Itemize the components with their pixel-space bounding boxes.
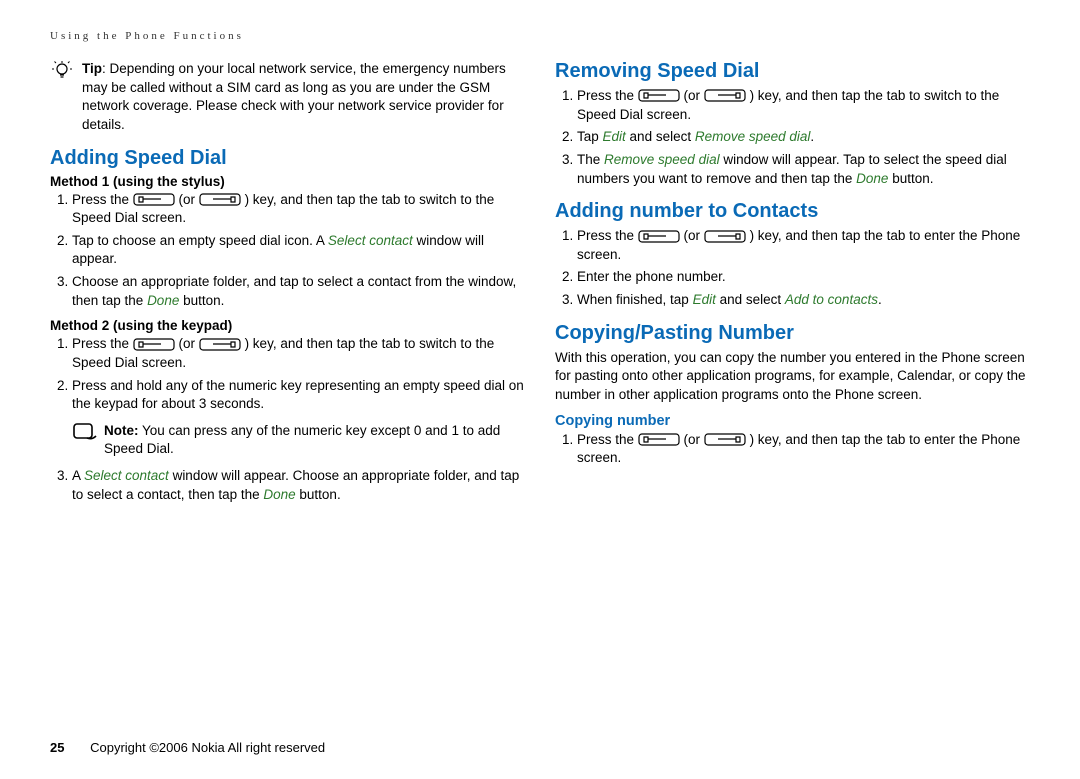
list-item: Enter the phone number. (577, 268, 1030, 287)
lightbulb-icon (50, 60, 74, 88)
text: button. (179, 293, 224, 308)
left-softkey-icon (133, 338, 175, 352)
text: Press the (577, 432, 638, 447)
list-item: Press and hold any of the numeric key re… (72, 377, 525, 414)
text: When finished, tap (577, 292, 693, 307)
text: (or (684, 228, 704, 243)
text: Choose an appropriate folder, and tap to… (72, 274, 516, 308)
heading-copy-paste: Copying/Pasting Number (555, 322, 1030, 345)
subheading-method2: Method 2 (using the keypad) (50, 318, 525, 333)
list-item: Choose an appropriate folder, and tap to… (72, 273, 525, 310)
copy-paste-intro: With this operation, you can copy the nu… (555, 349, 1030, 405)
text: (or (179, 192, 199, 207)
text: A (72, 468, 84, 483)
ui-label: Edit (603, 129, 626, 144)
ui-label: Select contact (328, 233, 413, 248)
list-item: Press the (or ) key, and then tap the ta… (72, 191, 525, 228)
left-column: Tip: Depending on your local network ser… (50, 60, 525, 512)
left-softkey-icon (133, 193, 175, 207)
right-softkey-icon (704, 89, 746, 103)
list-item: When finished, tap Edit and select Add t… (577, 291, 1030, 310)
heading-removing-speed-dial: Removing Speed Dial (555, 60, 1030, 83)
ui-label: Select contact (84, 468, 169, 483)
heading-adding-speed-dial: Adding Speed Dial (50, 147, 525, 170)
text: Press the (72, 336, 133, 351)
copyright: Copyright ©2006 Nokia All right reserved (90, 740, 325, 755)
list-item: Press the (or ) key, and then tap the ta… (72, 335, 525, 372)
tip-block: Tip: Depending on your local network ser… (50, 60, 525, 135)
page-number: 25 (50, 740, 64, 755)
text: button. (296, 487, 341, 502)
removing-list: Press the (or ) key, and then tap the ta… (555, 87, 1030, 188)
ui-label: Done (147, 293, 179, 308)
tip-label: Tip (82, 61, 102, 76)
note-text: You can press any of the numeric key exc… (104, 423, 500, 457)
ui-label: Done (856, 171, 888, 186)
text: (or (684, 88, 704, 103)
list-item: Tap Edit and select Remove speed dial. (577, 128, 1030, 147)
heading-adding-number: Adding number to Contacts (555, 200, 1030, 223)
right-softkey-icon (199, 338, 241, 352)
text: Press the (577, 228, 638, 243)
ui-label: Done (263, 487, 295, 502)
text: and select (716, 292, 785, 307)
left-softkey-icon (638, 230, 680, 244)
ui-label: Remove speed dial (695, 129, 811, 144)
ui-label: Remove speed dial (604, 152, 720, 167)
list-item: Press the (or ) key, and then tap the ta… (577, 87, 1030, 124)
right-softkey-icon (199, 193, 241, 207)
note-block: Note: You can press any of the numeric k… (72, 422, 525, 459)
right-softkey-icon (704, 230, 746, 244)
page-footer: 25 Copyright ©2006 Nokia All right reser… (50, 740, 325, 755)
text: . (878, 292, 882, 307)
page-header: Using the Phone Functions (50, 30, 1030, 42)
list-item: Press the (or ) key, and then tap the ta… (577, 431, 1030, 468)
content-columns: Tip: Depending on your local network ser… (50, 60, 1030, 512)
subheading-copying: Copying number (555, 413, 1030, 429)
text: Tap to choose an empty speed dial icon. … (72, 233, 328, 248)
method1-list: Press the (or ) key, and then tap the ta… (50, 191, 525, 311)
list-item: A Select contact window will appear. Cho… (72, 467, 525, 504)
subheading-method1: Method 1 (using the stylus) (50, 174, 525, 189)
list-item: The Remove speed dial window will appear… (577, 151, 1030, 188)
right-column: Removing Speed Dial Press the (or ) key,… (555, 60, 1030, 512)
text: Press the (577, 88, 638, 103)
text: . (810, 129, 814, 144)
text: (or (179, 336, 199, 351)
text: Press the (72, 192, 133, 207)
tip-text: : Depending on your local network servic… (82, 61, 506, 132)
note-icon (72, 422, 96, 450)
adding-number-list: Press the (or ) key, and then tap the ta… (555, 227, 1030, 310)
method2-list-cont: A Select contact window will appear. Cho… (50, 467, 525, 504)
text: (or (684, 432, 704, 447)
list-item: Press the (or ) key, and then tap the ta… (577, 227, 1030, 264)
text: The (577, 152, 604, 167)
ui-label: Edit (693, 292, 716, 307)
right-softkey-icon (704, 433, 746, 447)
method2-list: Press the (or ) key, and then tap the ta… (50, 335, 525, 414)
text: Tap (577, 129, 603, 144)
ui-label: Add to contacts (785, 292, 878, 307)
text: button. (888, 171, 933, 186)
copying-list: Press the (or ) key, and then tap the ta… (555, 431, 1030, 468)
text: and select (626, 129, 695, 144)
left-softkey-icon (638, 433, 680, 447)
list-item: Tap to choose an empty speed dial icon. … (72, 232, 525, 269)
note-label: Note: (104, 423, 139, 438)
left-softkey-icon (638, 89, 680, 103)
